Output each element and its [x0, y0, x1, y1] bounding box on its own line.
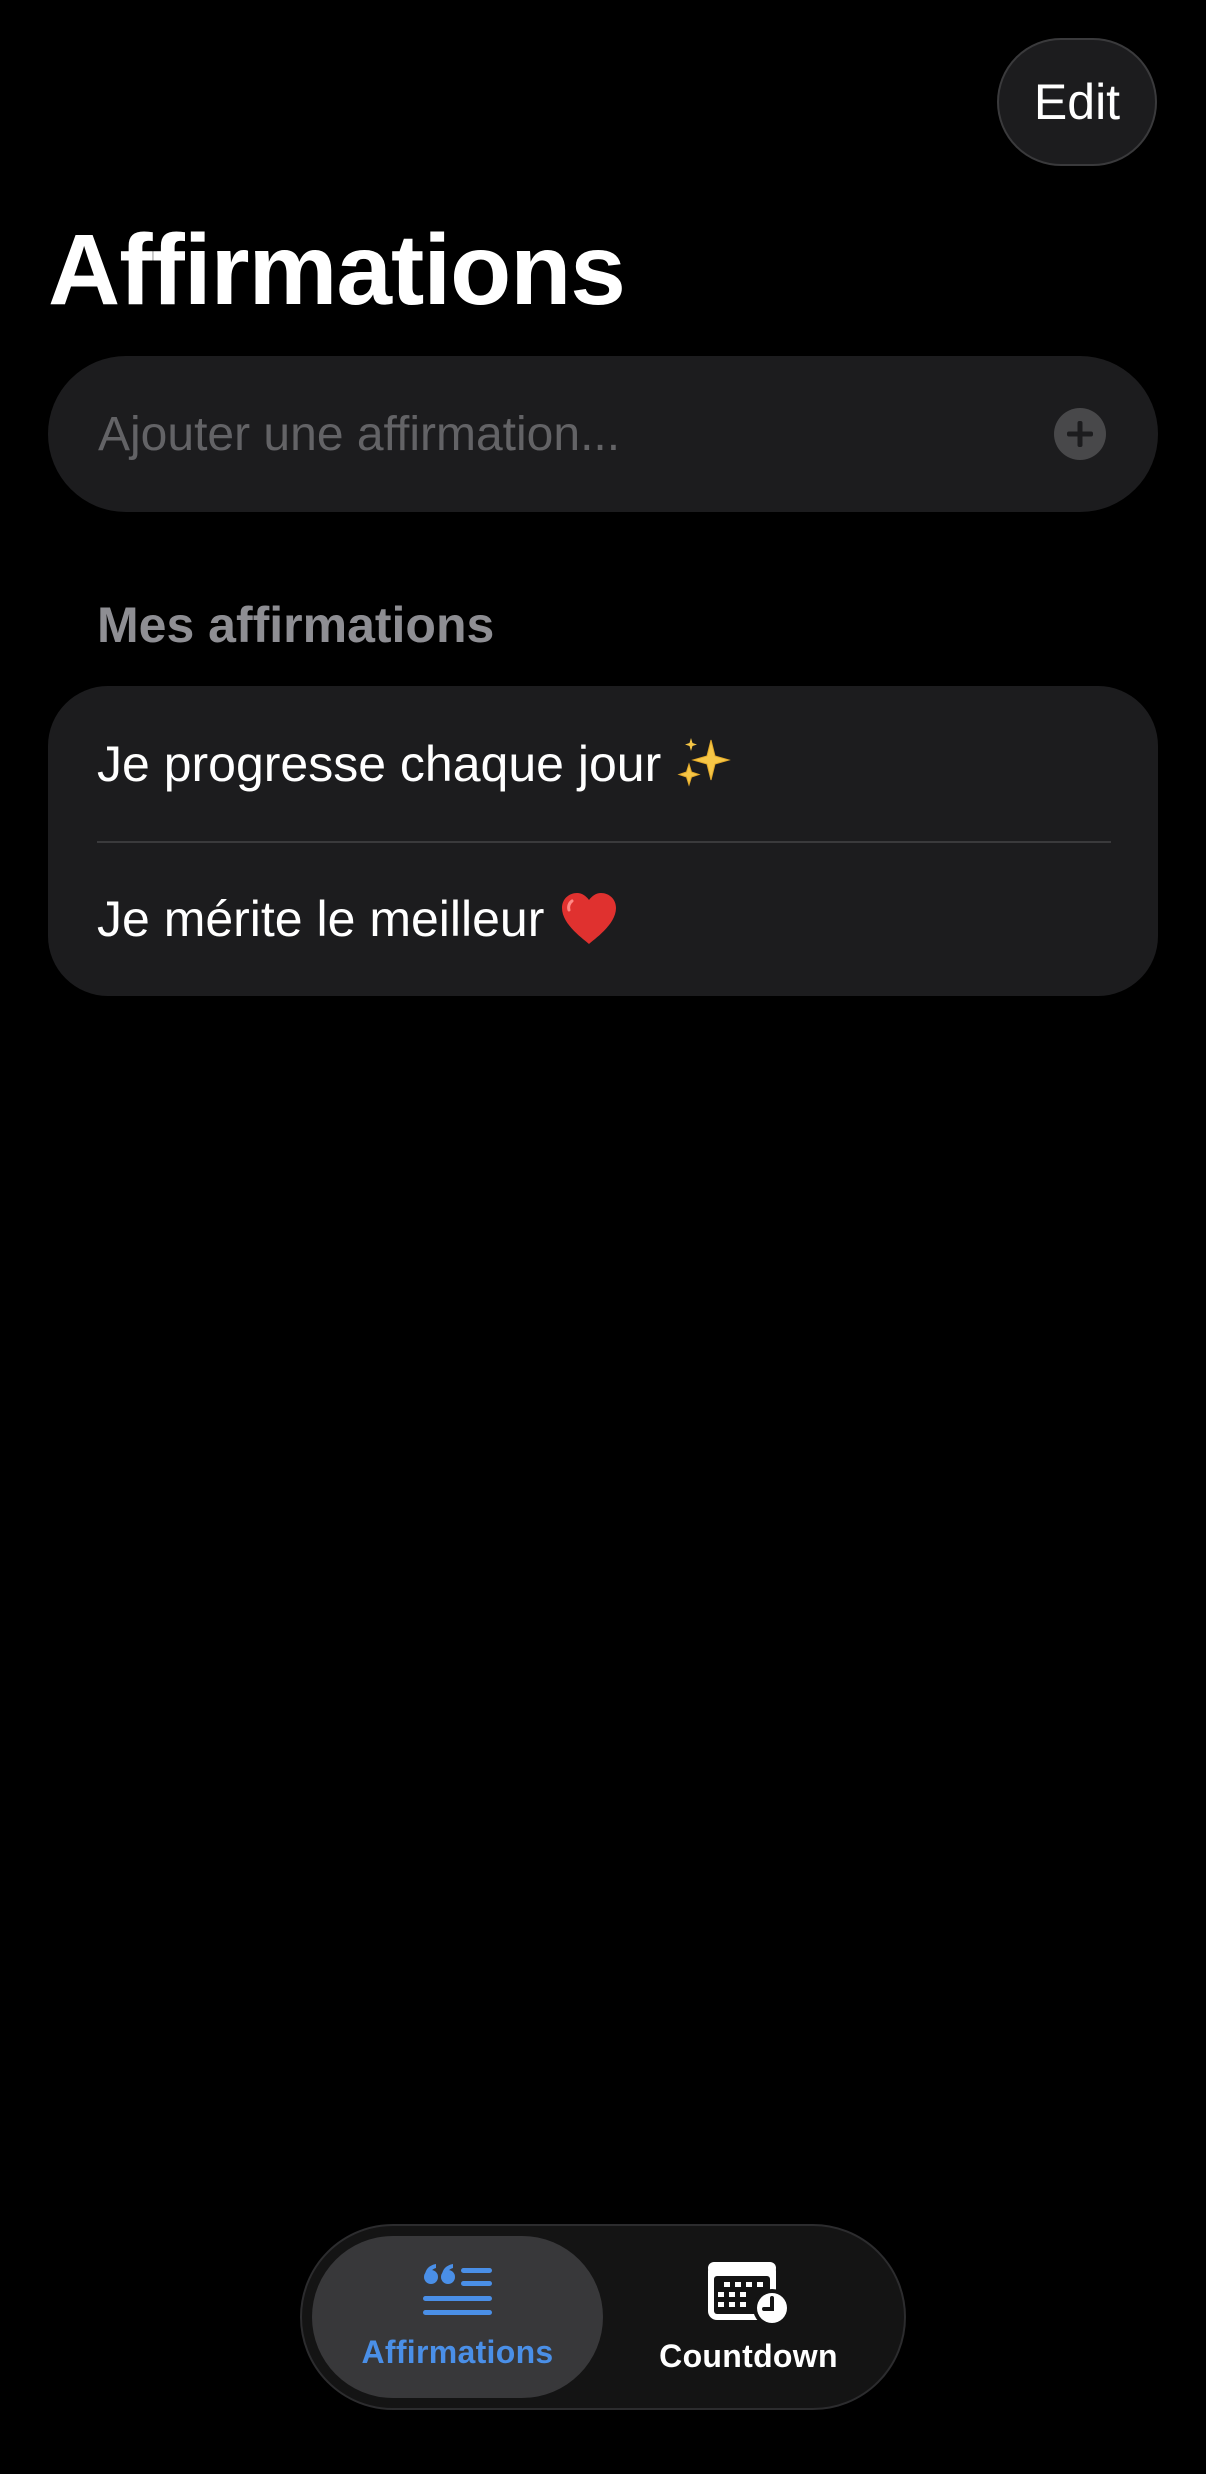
sparkles-emoji-icon	[675, 734, 735, 794]
tab-countdown[interactable]: Countdown	[603, 2236, 894, 2398]
add-affirmation-field[interactable]	[48, 356, 1158, 512]
add-icon[interactable]	[1054, 408, 1106, 460]
tab-affirmations-label: Affirmations	[361, 2333, 554, 2370]
list-item[interactable]: Je progresse chaque jour	[48, 686, 1158, 841]
affirmation-text: Je progresse chaque jour	[97, 735, 662, 792]
add-affirmation-input[interactable]	[98, 406, 1054, 462]
tab-affirmations[interactable]: Affirmations	[312, 2236, 603, 2398]
edit-button[interactable]: Edit	[997, 38, 1157, 166]
calendar-clock-icon	[706, 2260, 792, 2328]
tab-bar: Affirmations Countdown	[300, 2224, 906, 2410]
affirmations-list: Je progresse chaque jour Je mérite le me…	[48, 686, 1158, 996]
page-title: Affirmations	[48, 214, 626, 326]
list-item[interactable]: Je mérite le meilleur	[48, 841, 1158, 996]
quote-list-icon	[421, 2263, 495, 2324]
affirmation-text: Je mérite le meilleur	[97, 890, 545, 947]
section-header: Mes affirmations	[97, 597, 495, 653]
tab-countdown-label: Countdown	[659, 2337, 838, 2374]
red-heart-emoji-icon	[558, 890, 620, 948]
